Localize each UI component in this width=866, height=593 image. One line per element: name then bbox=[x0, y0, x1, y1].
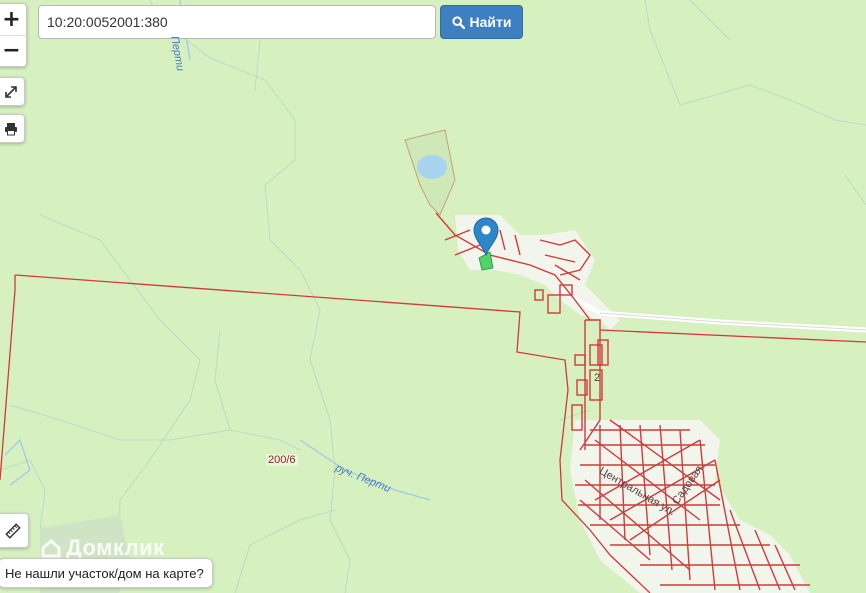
search-icon bbox=[451, 15, 465, 29]
lake bbox=[417, 155, 447, 179]
map-canvas[interactable] bbox=[0, 0, 866, 593]
not-found-text: Не нашли участок/дом на карте? bbox=[5, 565, 204, 581]
not-found-button[interactable]: Не нашли участок/дом на карте? bbox=[0, 558, 213, 588]
street-label-3: 2 bbox=[594, 372, 601, 384]
ruler-icon bbox=[4, 522, 21, 539]
search-button[interactable]: Найти bbox=[440, 5, 523, 39]
zoom-in-button[interactable]: + bbox=[0, 4, 26, 36]
printer-icon bbox=[4, 122, 17, 135]
expand-icon bbox=[4, 85, 17, 98]
fullscreen-button[interactable] bbox=[0, 77, 25, 106]
search-button-label: Найти bbox=[469, 14, 512, 30]
zoom-control: + − bbox=[0, 3, 27, 67]
zoom-out-button[interactable]: − bbox=[0, 35, 26, 66]
print-button[interactable] bbox=[0, 114, 25, 143]
parcel-number-label: 200/6 bbox=[266, 454, 298, 466]
cadastral-search-input[interactable] bbox=[38, 5, 436, 39]
house-logo-icon bbox=[41, 539, 61, 558]
ruler-button[interactable] bbox=[0, 513, 29, 548]
